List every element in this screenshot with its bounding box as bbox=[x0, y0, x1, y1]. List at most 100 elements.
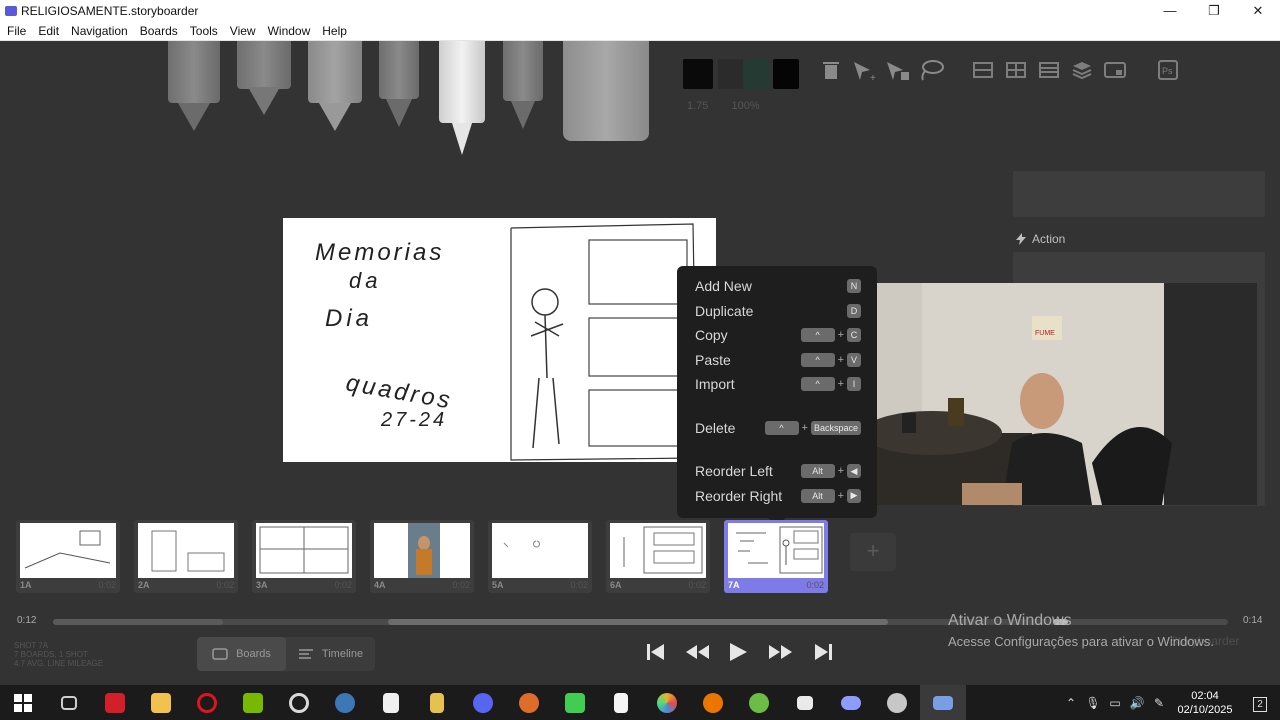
clock[interactable]: 02:04 02/10/2025 bbox=[1170, 689, 1240, 717]
timeline-view-button[interactable]: Timeline bbox=[286, 637, 375, 671]
menu-navigation[interactable]: Navigation bbox=[66, 24, 133, 38]
pen-tool[interactable] bbox=[439, 41, 485, 155]
board-number: 7A bbox=[728, 580, 740, 590]
board-thumbnail-7a[interactable]: 7A 0:02 bbox=[724, 520, 828, 593]
layers-icon[interactable] bbox=[1072, 60, 1092, 80]
taskbar-app-explorer[interactable] bbox=[138, 685, 184, 720]
taskbar-app-capcut[interactable] bbox=[782, 685, 828, 720]
taskbar-app-nvidia[interactable] bbox=[230, 685, 276, 720]
menu-item-copy[interactable]: Copy ^ + C bbox=[677, 323, 877, 348]
menu-item-reorder-left[interactable]: Reorder Left Alt + ◀ bbox=[677, 459, 877, 484]
layout-grid-icon-3[interactable] bbox=[1039, 61, 1059, 79]
taskbar-app-opera[interactable] bbox=[184, 685, 230, 720]
boards-view-button[interactable]: Boards bbox=[197, 637, 286, 671]
board-thumbnail-4a[interactable]: 4A 0:02 bbox=[370, 520, 474, 593]
minimize-button[interactable]: — bbox=[1148, 0, 1192, 21]
taskbar-app-notepad[interactable] bbox=[598, 685, 644, 720]
taskbar-app-20[interactable] bbox=[874, 685, 920, 720]
fine-pen-tool[interactable] bbox=[503, 41, 543, 129]
menu-item-label: Reorder Left bbox=[695, 463, 773, 480]
lasso-icon[interactable] bbox=[917, 58, 945, 82]
volume-icon[interactable]: 🔊 bbox=[1126, 696, 1148, 710]
taskbar-app-9[interactable] bbox=[414, 685, 460, 720]
menu-help[interactable]: Help bbox=[317, 24, 352, 38]
taskbar-app-epic[interactable] bbox=[368, 685, 414, 720]
menu-edit[interactable]: Edit bbox=[33, 24, 64, 38]
board-thumbnail-2a[interactable]: 2A 0:02 bbox=[134, 520, 238, 593]
shortcut-key: I bbox=[847, 377, 861, 391]
color-swatch-1[interactable] bbox=[683, 59, 713, 89]
color-swatch-3[interactable] bbox=[743, 59, 769, 89]
microphone-icon[interactable]: 🎙 bbox=[1082, 696, 1104, 710]
close-button[interactable]: ✕ bbox=[1236, 0, 1280, 21]
taskbar-app-storyboarder[interactable] bbox=[920, 685, 966, 720]
taskbar-app-steam[interactable] bbox=[322, 685, 368, 720]
move-add-icon[interactable]: + bbox=[852, 60, 878, 82]
layout-grid-icon-2[interactable] bbox=[1006, 61, 1026, 79]
brush-tool[interactable] bbox=[237, 41, 291, 115]
taskbar-app-blender[interactable] bbox=[690, 685, 736, 720]
photoshop-icon[interactable]: Ps bbox=[1158, 60, 1178, 80]
sketch-line-4: quadros bbox=[344, 369, 455, 414]
menu-tools[interactable]: Tools bbox=[185, 24, 223, 38]
shortcut-key: N bbox=[847, 279, 861, 293]
menu-window[interactable]: Window bbox=[263, 24, 316, 38]
skip-to-start-icon[interactable] bbox=[644, 641, 666, 663]
menu-item-paste[interactable]: Paste ^ + V bbox=[677, 348, 877, 373]
board-thumbnail-3a[interactable]: 3A 0:02 bbox=[252, 520, 356, 593]
board-thumbnail-6a[interactable]: 6A 0:02 bbox=[606, 520, 710, 593]
taskbar-app-qt[interactable] bbox=[552, 685, 598, 720]
tone-marker-tool[interactable] bbox=[308, 41, 362, 131]
notification-icon[interactable]: 2 bbox=[1240, 696, 1280, 712]
start-button[interactable] bbox=[0, 685, 46, 720]
taskbar-app-amd[interactable] bbox=[92, 685, 138, 720]
network-icon[interactable]: ▭ bbox=[1104, 696, 1126, 710]
move-layer-icon[interactable] bbox=[885, 60, 911, 82]
menu-boards[interactable]: Boards bbox=[135, 24, 183, 38]
color-swatch-4[interactable] bbox=[773, 59, 799, 89]
taskbar-app-discord[interactable] bbox=[460, 685, 506, 720]
taskbar-app-gamepad[interactable] bbox=[828, 685, 874, 720]
amd-icon bbox=[105, 692, 125, 713]
restore-button[interactable]: ❐ bbox=[1192, 0, 1236, 21]
fast-forward-icon[interactable] bbox=[766, 641, 794, 663]
play-icon[interactable] bbox=[727, 641, 749, 663]
menu-item-label: Delete bbox=[695, 419, 736, 436]
sketch-line-3: Dia bbox=[325, 305, 373, 332]
task-view-button[interactable] bbox=[46, 685, 92, 720]
board-thumbnail-5a[interactable]: 5A 0:02 bbox=[488, 520, 592, 593]
light-pencil-tool[interactable] bbox=[168, 41, 220, 131]
shortcut-key: ◀ bbox=[847, 464, 861, 478]
taskbar-app-11[interactable] bbox=[506, 685, 552, 720]
skip-to-end-icon[interactable] bbox=[813, 641, 835, 663]
eraser-tool[interactable] bbox=[563, 41, 649, 141]
trash-icon[interactable] bbox=[822, 60, 840, 80]
menu-file[interactable]: File bbox=[2, 24, 31, 38]
dialogue-field[interactable] bbox=[1013, 171, 1265, 217]
menu-item-import[interactable]: Import ^ + I bbox=[677, 372, 877, 397]
drawing-canvas[interactable]: Memorias da Dia quadros 27-24 bbox=[283, 218, 716, 462]
rewind-icon[interactable] bbox=[684, 641, 712, 663]
onion-skin-icon[interactable] bbox=[1104, 61, 1126, 79]
capcut-icon bbox=[797, 695, 813, 710]
menu-item-duplicate[interactable]: Duplicate D bbox=[677, 299, 877, 324]
menu-item-label: Reorder Right bbox=[695, 487, 783, 504]
board-thumbnail-1a[interactable]: 1A 0:02 bbox=[16, 520, 120, 593]
blender-icon bbox=[703, 692, 723, 713]
pen-icon[interactable]: ✎ bbox=[1148, 696, 1170, 710]
taskbar-app-davinci[interactable] bbox=[644, 685, 690, 720]
taskbar-app-obs[interactable] bbox=[276, 685, 322, 720]
menu-item-add-new[interactable]: Add New N bbox=[677, 274, 877, 299]
chevron-up-icon[interactable]: ⌃ bbox=[1060, 696, 1082, 710]
menu-item-delete[interactable]: Delete ^ + Backspace bbox=[677, 416, 877, 441]
sketch-line-2: da bbox=[349, 268, 381, 293]
activation-title: Ativar o Windows bbox=[948, 612, 1072, 629]
board-duration: 0:02 bbox=[570, 580, 588, 590]
menu-item-reorder-right[interactable]: Reorder Right Alt + ▶ bbox=[677, 484, 877, 509]
add-board-button[interactable]: + bbox=[850, 533, 896, 571]
clock-date: 02/10/2025 bbox=[1177, 703, 1233, 716]
menu-view[interactable]: View bbox=[225, 24, 261, 38]
pencil-tool[interactable] bbox=[379, 41, 419, 127]
layout-grid-icon-1[interactable] bbox=[973, 61, 993, 79]
taskbar-app-xbox[interactable] bbox=[736, 685, 782, 720]
